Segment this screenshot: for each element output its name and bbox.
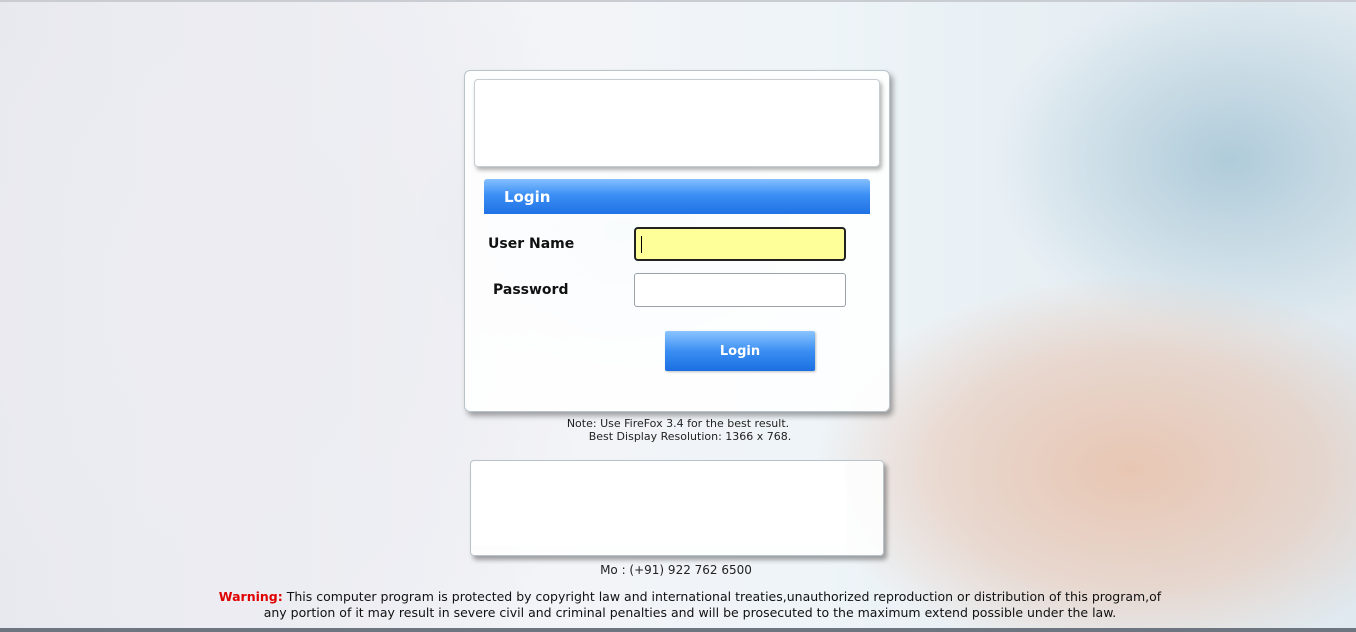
password-input[interactable] xyxy=(634,273,846,307)
warning-text-1: This computer program is protected by co… xyxy=(286,589,1162,604)
secondary-panel-content xyxy=(472,462,846,546)
copyright-warning: Warning: This computer program is protec… xyxy=(150,589,1230,621)
browser-note: Note: Use FireFox 3.4 for the best resul… xyxy=(466,417,890,443)
warning-line-1: Warning: This computer program is protec… xyxy=(150,589,1230,605)
warning-text-2: any portion of it may result in severe c… xyxy=(263,605,1117,620)
logo-area xyxy=(474,79,880,167)
username-label: User Name xyxy=(488,236,575,252)
taskbar-edge xyxy=(0,628,1356,632)
username-input[interactable] xyxy=(634,227,846,261)
password-label: Password xyxy=(493,282,569,298)
login-header-title: Login xyxy=(504,188,551,206)
login-header: Login xyxy=(484,179,870,214)
login-button[interactable]: Login xyxy=(665,331,815,371)
note-line-2: Best Display Resolution: 1366 x 768. xyxy=(588,430,792,443)
top-border xyxy=(0,0,1356,2)
contact-number: Mo : (+91) 922 762 6500 xyxy=(600,563,752,577)
note-line-1: Note: Use FireFox 3.4 for the best resul… xyxy=(566,417,790,430)
text-caret xyxy=(641,236,642,253)
warning-label: Warning: xyxy=(218,589,283,604)
